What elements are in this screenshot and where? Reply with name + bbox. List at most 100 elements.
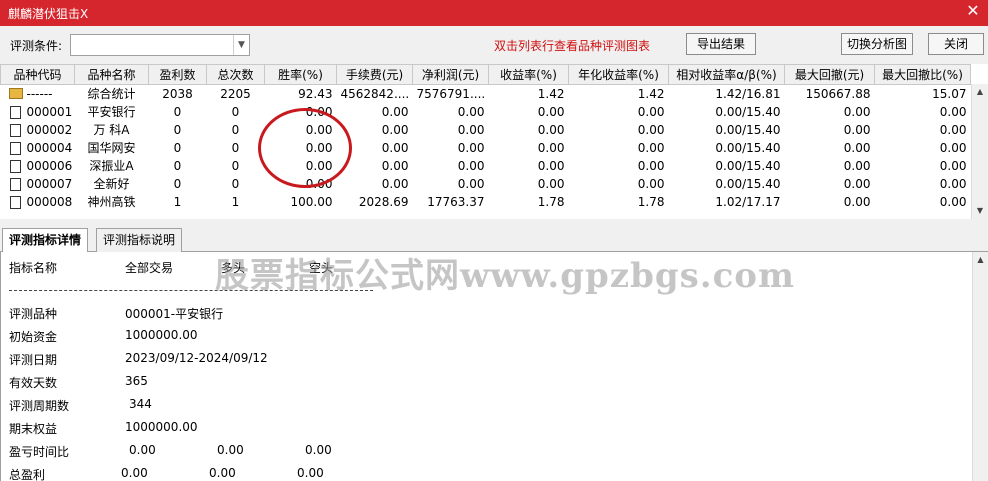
table-cell-dd: 0.00 [843,122,871,137]
table-cell-name: 全新好 [93,177,130,191]
table-cell-name: 万 科A [93,123,130,137]
stock-code: 000001 [26,104,73,119]
detail-value: 2023/09/12-2024/09/12 [125,351,268,365]
table-cell-rate: 92.43 [298,86,333,101]
table-cell-annual: 0.00 [637,104,665,119]
table-row[interactable]: 000008 神州高铁 1 1 100.00 2028.69 17763.37 1.78 1.7… [1,193,971,211]
table-cell-profit: 0.00 [457,104,485,119]
scroll-up-icon[interactable]: ▲ [973,252,988,268]
close-button[interactable]: 关闭 [928,33,984,55]
detail-label: 评测日期 [9,353,58,367]
column-header[interactable]: 品种名称 [74,64,149,85]
total-profit-long: 0.00 [209,466,236,480]
table-cell-profit: 0.00 [457,140,485,155]
table-cell-dd: 0.00 [843,140,871,155]
stock-code: 000002 [26,122,73,137]
watermark: 股票指标公式网www.gpzbgs.com [215,256,795,296]
table-cell-total: 0 [231,140,240,155]
detail-label: 有效天数 [9,376,58,390]
column-header[interactable]: 最大回撤(元) [784,64,875,85]
table-cell-dd: 0.00 [843,104,871,119]
table-cell-rel: 0.00/15.40 [715,104,781,119]
detail-value: 365 [125,374,148,388]
pnl-ratio-short: 0.00 [305,443,332,457]
chevron-down-icon[interactable]: ▼ [233,35,249,55]
folder-icon [8,88,23,99]
column-header[interactable]: 净利润(元) [412,64,489,85]
document-icon [9,123,21,137]
hint-text: 双击列表行查看品种评测图表 [494,39,651,53]
table-cell-rel: 0.00/15.40 [715,158,781,173]
table-cell-ret: 0.00 [537,122,565,137]
pnl-ratio-label: 盈亏时间比 [9,445,70,459]
detail-value: 1000000.00 [125,328,198,342]
column-header[interactable]: 相对收益率α/β(%) [668,64,785,85]
table-cell-profit: 17763.37 [427,194,485,209]
table-cell-total: 2205 [220,86,251,101]
tab-indicator-description[interactable]: 评测指标说明 [96,228,183,252]
detail-header-all: 全部交易 [125,261,174,275]
detail-vertical-scrollbar[interactable]: ▲ [972,252,988,481]
annotation-circle [258,108,352,188]
table-cell-ret: 0.00 [537,104,565,119]
table-cell-total: 0 [231,158,240,173]
condition-label: 评测条件: [10,39,63,53]
switch-chart-button[interactable]: 切换分析图 [841,33,913,55]
table-cell-name: 神州高铁 [87,195,136,209]
export-results-button[interactable]: 导出结果 [686,33,756,55]
document-icon [9,105,21,119]
table-cell-fee: 4562842.... [340,86,410,101]
table-cell-ddr: 0.00 [939,104,967,119]
table-cell-code: 000004 [1,139,75,157]
table-cell-code: ------ [1,85,75,103]
table-cell-name: 综合统计 [87,87,136,102]
title-bar: 麒麟潜伏狙击X ✕ [0,0,988,26]
scroll-up-icon[interactable]: ▲ [972,84,988,100]
table-vertical-scrollbar[interactable]: ▲ ▼ [971,84,988,219]
table-cell-ddr: 0.00 [939,158,967,173]
stock-code: 000004 [26,140,73,155]
column-header[interactable]: 手续费(元) [336,64,413,85]
condition-combobox[interactable]: ▼ [70,34,250,56]
table-row[interactable]: 000006 深振业A 0 0 0.00 0.00 0.00 0.00 0.00 0.00/15.… [1,157,971,175]
tab-indicator-details[interactable]: 评测指标详情 [2,228,89,253]
table-cell-fee: 0.00 [381,104,409,119]
table-cell-rel: 1.42/16.81 [715,86,781,101]
table-cell-win: 1 [173,194,182,209]
detail-label: 期末权益 [9,422,58,436]
table-cell-rate: 100.00 [290,194,333,209]
column-header[interactable]: 品种代码 [0,64,75,85]
table-cell-code: 000001 [1,103,75,121]
total-profit-all: 0.00 [121,466,148,480]
detail-header-name: 指标名称 [9,261,58,275]
column-header[interactable]: 盈利数 [148,64,207,85]
table-cell-win: 0 [173,140,182,155]
column-header[interactable]: 总次数 [206,64,265,85]
detail-value: 1000000.00 [125,420,198,434]
table-cell-dd: 150667.88 [805,86,871,101]
column-header[interactable]: 胜率(%) [264,64,337,85]
table-row[interactable]: 000007 全新好 0 0 0.00 0.00 0.00 0.00 0.00 0.00/15.4… [1,175,971,193]
table-cell-profit: 0.00 [457,158,485,173]
column-header[interactable]: 年化收益率(%) [568,64,669,85]
column-header[interactable]: 收益率(%) [488,64,569,85]
detail-label: 初始资金 [9,330,58,344]
toolbar: 评测条件: ▼ 双击列表行查看品种评测图表 导出结果 切换分析图 关闭 [0,26,988,64]
detail-value: 000001-平安银行 [125,307,224,321]
table-cell-rel: 0.00/15.40 [715,122,781,137]
table-cell-name: 深振业A [89,159,134,173]
table-cell-fee: 0.00 [381,176,409,191]
table-row[interactable]: 000001 平安银行 0 0 0.00 0.00 0.00 0.00 0.00 0.00/15.… [1,103,971,121]
table-row[interactable]: ------ 综合统计 2038 2205 92.43 4562842.... 757679… [1,85,971,103]
scroll-down-icon[interactable]: ▼ [972,203,988,219]
stock-code: 000006 [26,158,73,173]
table-row[interactable]: 000004 国华网安 0 0 0.00 0.00 0.00 0.00 0.00 0.00/15.… [1,139,971,157]
table-cell-dd: 0.00 [843,194,871,209]
table-cell-annual: 0.00 [637,122,665,137]
table-cell-name: 平安银行 [87,105,136,119]
column-header[interactable]: 最大回撤比(%) [874,64,971,85]
table-row[interactable]: 000002 万 科A 0 0 0.00 0.00 0.00 0.00 0.00 0.00/15.… [1,121,971,139]
window-close-icon[interactable]: ✕ [964,2,982,20]
table-cell-code: 000002 [1,121,75,139]
table-cell-total: 0 [231,176,240,191]
